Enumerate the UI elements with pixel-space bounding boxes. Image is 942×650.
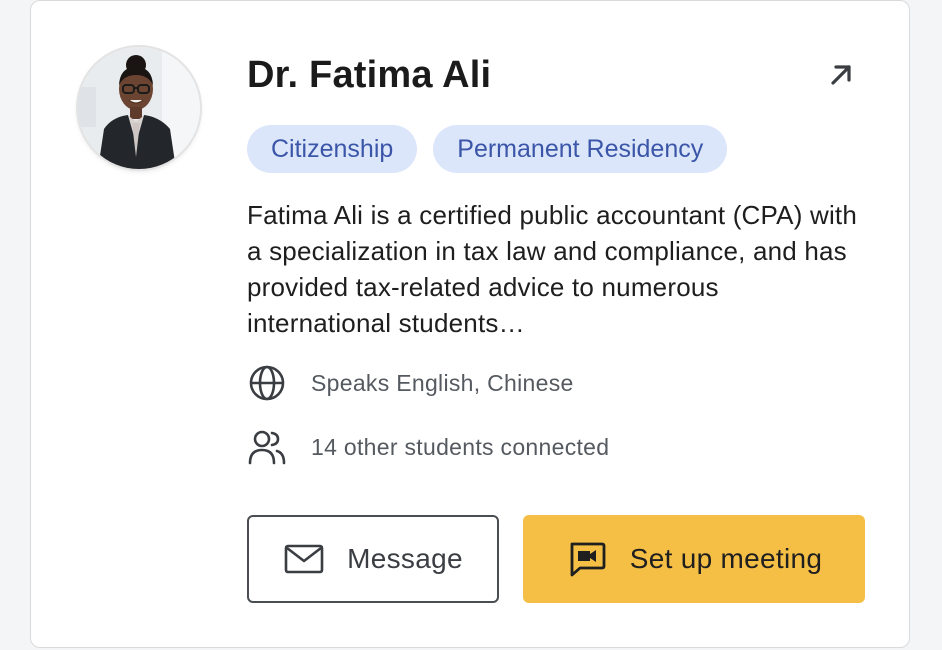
connections-row: 14 other students connected [247,427,609,467]
specialty-tags: Citizenship Permanent Residency [247,125,728,173]
tag-citizenship[interactable]: Citizenship [247,125,418,173]
video-chat-icon [566,538,608,580]
advisor-name: Dr. Fatima Ali [247,54,492,96]
message-button-label: Message [347,543,463,574]
connections-text: 14 other students connected [311,433,610,460]
avatar-photo [78,47,200,169]
advisor-bio: Fatima Ali is a certified public account… [247,200,858,338]
languages-row: Speaks English, Chinese [247,363,574,403]
tag-permanent-residency[interactable]: Permanent Residency [433,125,728,173]
open-profile-link[interactable] [825,59,857,91]
setup-meeting-button[interactable]: Set up meeting [523,515,865,603]
setup-meeting-button-label: Set up meeting [629,543,823,574]
mail-icon [283,538,325,580]
advisor-card: Dr. Fatima Ali Citizenship Permanent Res… [30,0,910,648]
languages-text: Speaks English, Chinese [311,369,574,396]
message-button[interactable]: Message [247,515,499,603]
arrow-up-right-icon [831,65,851,85]
globe-icon [247,363,287,403]
users-icon [247,427,287,467]
avatar [78,47,200,169]
